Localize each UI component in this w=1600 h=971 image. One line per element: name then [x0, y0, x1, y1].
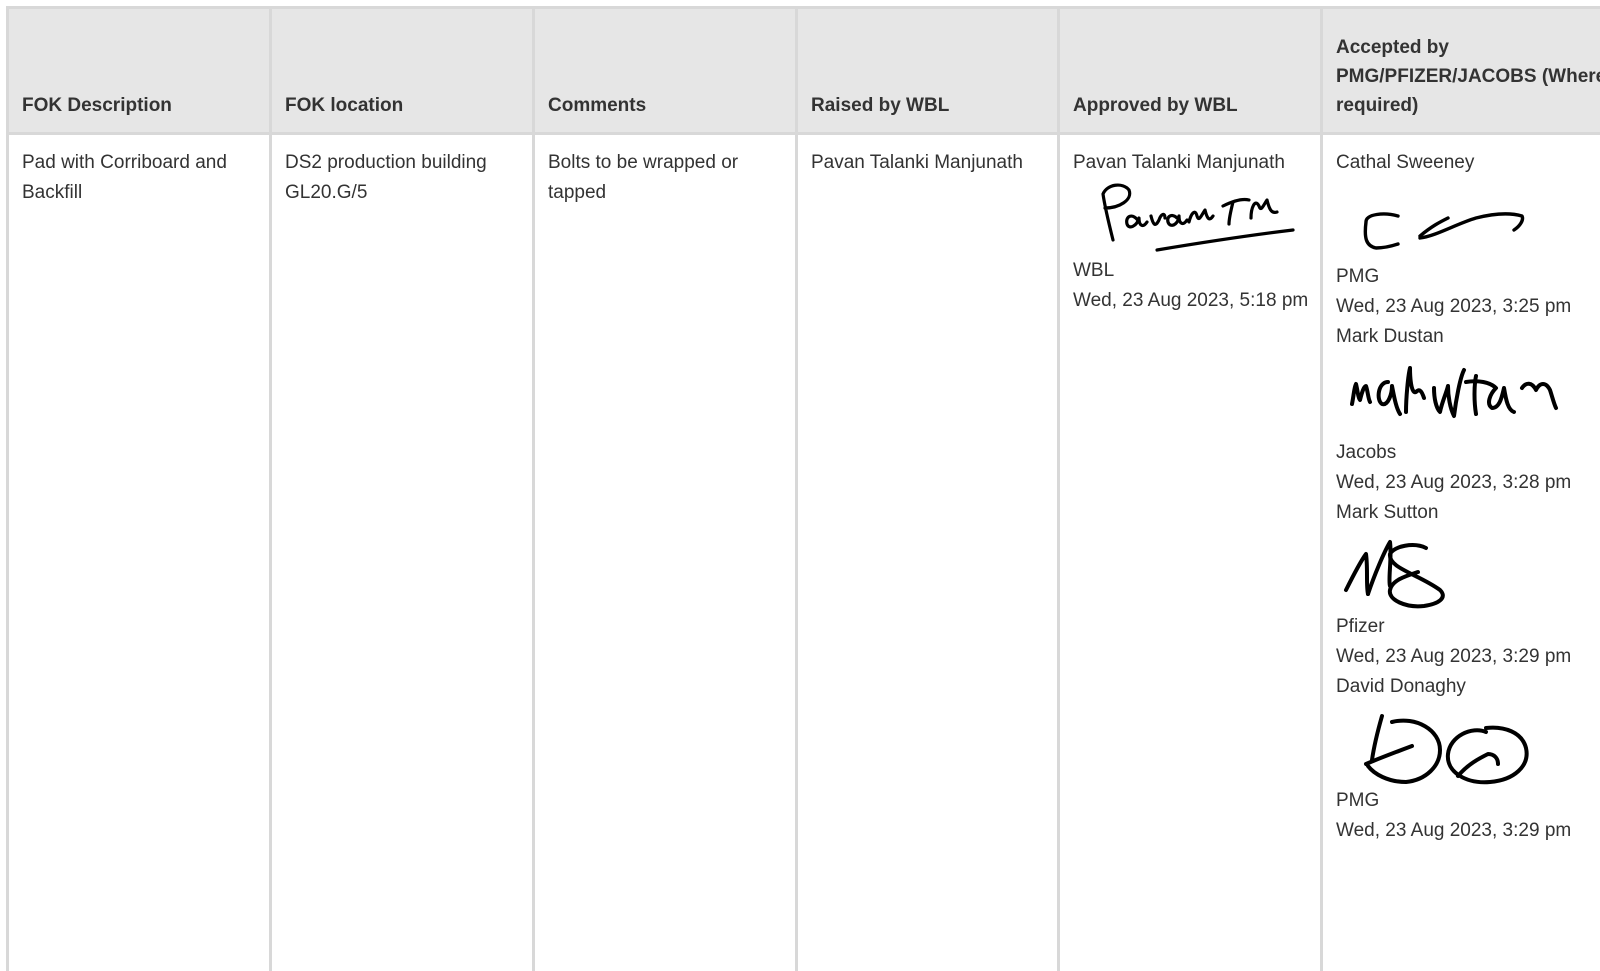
acceptor-signature: [1350, 366, 1558, 418]
approver-name: Pavan Talanki Manjunath: [1073, 152, 1285, 173]
acceptor-timestamp: Wed, 23 Aug 2023, 3:25 pm: [1336, 296, 1572, 317]
acceptor-signature: [1364, 714, 1529, 785]
cell-fok-description: Pad with Corriboard and Backfill: [6, 133, 272, 971]
acceptor-timestamp: Wed, 23 Aug 2023, 3:28 pm: [1336, 472, 1572, 493]
header-fok-location: FOK location: [269, 6, 535, 135]
cell-fok-location: DS2 production building GL20.G/5: [269, 133, 535, 971]
approver-company: WBL: [1073, 260, 1115, 281]
table-row: Pad with Corriboard and Backfill DS2 pro…: [6, 133, 1600, 971]
table-header-row: FOK Description FOK location Comments Ra…: [6, 6, 1600, 135]
header-raised-by: Raised by WBL: [795, 6, 1060, 135]
fok-table-container: FOK Description FOK location Comments Ra…: [0, 0, 1600, 971]
acceptor-name: David Donaghy: [1336, 676, 1466, 697]
acceptor-timestamp: Wed, 23 Aug 2023, 3:29 pm: [1336, 646, 1572, 667]
header-comments: Comments: [532, 6, 798, 135]
header-accepted-by: Accepted by PMG/PFIZER/JACOBS (Where req…: [1320, 6, 1600, 135]
cell-accepted-by: Cathal Sweeney PMG Wed, 23 Aug 2023, 3:2…: [1320, 133, 1600, 971]
approver-signature: [1101, 183, 1295, 252]
fok-table: FOK Description FOK location Comments Ra…: [6, 6, 1600, 971]
header-fok-description: FOK Description: [6, 6, 272, 135]
acceptor-name: Cathal Sweeney: [1336, 152, 1475, 173]
acceptor-company: PMG: [1336, 266, 1380, 287]
acceptor-timestamp: Wed, 23 Aug 2023, 3:29 pm: [1336, 820, 1572, 841]
acceptor-name: Mark Dustan: [1336, 326, 1444, 347]
acceptor-signature: [1344, 540, 1445, 609]
acceptor-company: Pfizer: [1336, 616, 1385, 637]
acceptor-name: Mark Sutton: [1336, 502, 1439, 523]
cell-comments: Bolts to be wrapped or tapped: [532, 133, 798, 971]
acceptor-company: PMG: [1336, 790, 1380, 811]
header-approved-by: Approved by WBL: [1057, 6, 1323, 135]
cell-approved-by: Pavan Talanki Manjunath WBL Wed, 23 Aug …: [1057, 133, 1323, 971]
approver-timestamp: Wed, 23 Aug 2023, 5:18 pm: [1073, 290, 1309, 311]
acceptor-signature: [1363, 212, 1525, 250]
cell-raised-by: Pavan Talanki Manjunath: [795, 133, 1060, 971]
acceptor-company: Jacobs: [1336, 442, 1397, 463]
